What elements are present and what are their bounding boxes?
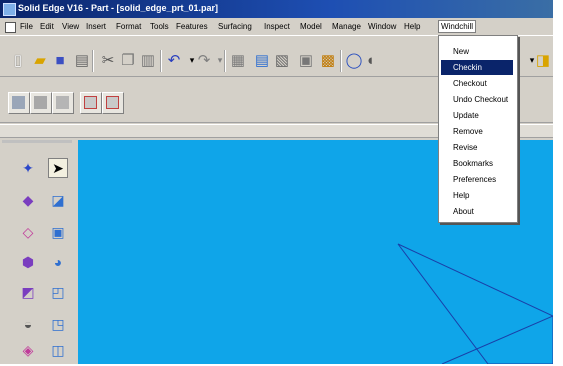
application-window: Solid Edge V16 - Part - [solid_edge_prt_… xyxy=(0,0,554,365)
menu-tools[interactable]: Tools xyxy=(150,22,169,31)
menu-window[interactable]: Window xyxy=(368,22,396,31)
mirror-icon[interactable]: ◈ xyxy=(18,340,38,360)
view-partial-icon[interactable]: ◖ xyxy=(360,50,380,70)
menu-item-undo-checkout[interactable]: Undo Checkout xyxy=(441,92,513,107)
menu-features[interactable]: Features xyxy=(176,22,208,31)
redo-dropdown-icon[interactable]: ▾ xyxy=(210,50,230,70)
menu-insert[interactable]: Insert xyxy=(86,22,106,31)
new-document-icon[interactable]: ▯ xyxy=(8,50,28,70)
properties-icon[interactable]: ▤ xyxy=(252,50,272,70)
layers-icon[interactable]: ▦ xyxy=(228,50,248,70)
open-folder-icon[interactable]: ▰ xyxy=(30,50,50,70)
pattern-icon[interactable]: ◳ xyxy=(48,314,68,334)
select-tool-icon[interactable]: ✦ xyxy=(18,158,38,178)
undo-icon[interactable]: ↶ xyxy=(164,50,184,70)
render-icon[interactable]: ▩ xyxy=(318,50,338,70)
part-edge-lines xyxy=(397,243,554,365)
menu-item-update[interactable]: Update xyxy=(441,108,513,123)
menu-format[interactable]: Format xyxy=(116,22,141,31)
tb2-button-5[interactable] xyxy=(102,92,124,114)
revolve-icon[interactable]: ▣ xyxy=(48,222,68,242)
thin-wall-icon[interactable]: ◰ xyxy=(48,282,68,302)
cutout-icon[interactable]: ◇ xyxy=(18,222,38,242)
menu-item-remove[interactable]: Remove xyxy=(441,124,513,139)
tb2-button-4[interactable] xyxy=(80,92,102,114)
title-bar[interactable]: Solid Edge V16 - Part - [solid_edge_prt_… xyxy=(0,0,553,18)
variables-icon[interactable]: ▧ xyxy=(272,50,292,70)
window-edge xyxy=(553,0,563,364)
explode-icon xyxy=(84,96,97,109)
menu-file[interactable]: File xyxy=(20,22,33,31)
toolbar-overflow-icon[interactable]: ◨ xyxy=(533,50,553,70)
menu-surfacing[interactable]: Surfacing xyxy=(218,22,252,31)
menu-manage[interactable]: Manage xyxy=(332,22,361,31)
draft-icon[interactable]: ◫ xyxy=(48,340,68,360)
rib-icon[interactable]: ◒ xyxy=(18,314,38,334)
windchill-dropdown-menu: New Checkin Checkout Undo Checkout Updat… xyxy=(438,35,518,223)
pointer-icon[interactable]: ➤ xyxy=(48,158,68,178)
sketch-icon[interactable]: ◪ xyxy=(48,190,68,210)
part-edge-line xyxy=(441,315,554,365)
menu-item-help[interactable]: Help xyxy=(441,188,513,203)
menu-item-about[interactable]: About xyxy=(441,204,513,219)
image-icon[interactable]: ▣ xyxy=(296,50,316,70)
menu-windchill[interactable]: Windchill xyxy=(438,20,477,33)
menu-item-checkout[interactable]: Checkout xyxy=(441,76,513,91)
paste-icon[interactable]: ▥ xyxy=(138,50,158,70)
menu-item-revise[interactable]: Revise xyxy=(441,140,513,155)
menu-help[interactable]: Help xyxy=(404,22,420,31)
menu-edit[interactable]: Edit xyxy=(40,22,54,31)
menu-model[interactable]: Model xyxy=(300,22,322,31)
menu-inspect[interactable]: Inspect xyxy=(264,22,290,31)
part-view-icon xyxy=(12,96,25,109)
sheet-icon xyxy=(34,96,47,109)
menu-item-bookmarks[interactable]: Bookmarks xyxy=(441,156,513,171)
table-icon xyxy=(56,96,69,109)
tb2-button-2[interactable] xyxy=(30,92,52,114)
protrusion-icon[interactable]: ◆ xyxy=(18,190,38,210)
app-icon xyxy=(3,3,16,16)
chamfer-icon[interactable]: ◩ xyxy=(18,282,38,302)
window-title: Solid Edge V16 - Part - [solid_edge_prt_… xyxy=(18,3,219,13)
menu-item-new[interactable]: New xyxy=(441,44,513,59)
cut-icon[interactable]: ✂ xyxy=(98,50,118,70)
hole-icon[interactable]: ⬢ xyxy=(18,252,38,272)
copy-icon[interactable]: ❐ xyxy=(118,50,138,70)
tb2-button-3[interactable] xyxy=(52,92,74,114)
menu-item-preferences[interactable]: Preferences xyxy=(441,172,513,187)
palette-grip[interactable] xyxy=(2,140,72,143)
document-icon[interactable] xyxy=(5,22,16,33)
round-icon[interactable]: ◕ xyxy=(48,252,68,272)
assembly-icon xyxy=(106,96,119,109)
menu-view[interactable]: View xyxy=(62,22,79,31)
tb2-button-1[interactable] xyxy=(8,92,30,114)
menu-item-checkin[interactable]: Checkin xyxy=(441,60,513,75)
menu-bar: File Edit View Insert Format Tools Featu… xyxy=(0,19,553,36)
save-icon[interactable]: ■ xyxy=(50,50,70,70)
print-icon[interactable]: ▤ xyxy=(72,50,92,70)
